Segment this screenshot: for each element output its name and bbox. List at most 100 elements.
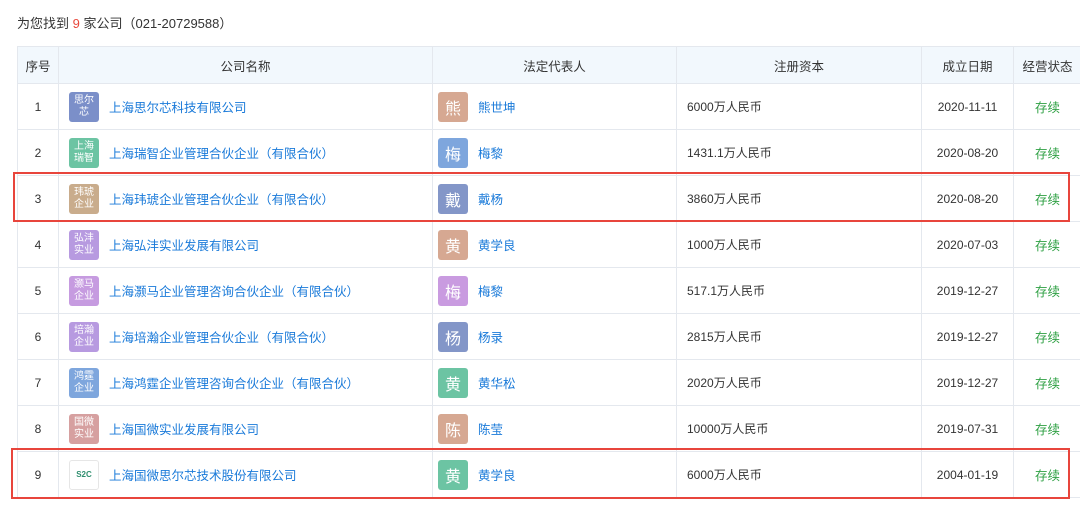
row-index: 7 xyxy=(17,359,59,406)
row-index: 8 xyxy=(17,405,59,452)
representative-avatar[interactable]: 杨 xyxy=(438,321,468,352)
company-cell: 培瀚企业 上海培瀚企业管理合伙企业（有限合伙） xyxy=(58,313,433,360)
header-date: 成立日期 xyxy=(921,46,1014,84)
table-row: 5 灏马企业 上海灏马企业管理咨询合伙企业（有限合伙）梅梅黎 517.1万人民币 201… xyxy=(17,267,1080,314)
table-row: 9 S2C 上海国微思尔芯技术股份有限公司黄黄学良 6000万人民币 2004-01-1… xyxy=(17,451,1080,498)
company-cell: 玮琥企业 上海玮琥企业管理合伙企业（有限合伙） xyxy=(58,175,433,222)
representative-link[interactable]: 梅黎 xyxy=(478,281,503,300)
representative-avatar[interactable]: 黄 xyxy=(438,367,468,398)
table-row: 8 国微实业 上海国微实业发展有限公司陈陈莹 10000万人民币 2019-07-31 存… xyxy=(17,405,1080,452)
company-logo[interactable]: 国微实业 xyxy=(69,413,99,444)
capital-cell: 1000万人民币 xyxy=(676,221,922,268)
company-cell: 弘沣实业 上海弘沣实业发展有限公司 xyxy=(58,221,433,268)
capital-cell: 517.1万人民币 xyxy=(676,267,922,314)
representative-link[interactable]: 黄华松 xyxy=(478,373,516,392)
capital-cell: 2020万人民币 xyxy=(676,359,922,406)
capital-cell: 10000万人民币 xyxy=(676,405,922,452)
company-logo[interactable]: 上海瑞智 xyxy=(69,137,99,168)
result-count: 9 xyxy=(72,16,80,31)
representative-link[interactable]: 黄学良 xyxy=(478,465,516,484)
company-logo[interactable]: 灏马企业 xyxy=(69,275,99,306)
company-name-link[interactable]: 上海瑞智企业管理合伙企业（有限合伙） xyxy=(109,143,334,162)
company-cell: S2C 上海国微思尔芯技术股份有限公司 xyxy=(58,451,433,498)
company-name-link[interactable]: 上海弘沣实业发展有限公司 xyxy=(109,235,259,254)
representative-link[interactable]: 杨录 xyxy=(478,327,503,346)
status-cell: 存续 xyxy=(1013,359,1080,406)
capital-cell: 6000万人民币 xyxy=(676,451,922,498)
company-logo[interactable]: 鸿霆企业 xyxy=(69,367,99,398)
representative-cell: 杨杨录 xyxy=(432,313,677,360)
representative-cell: 戴戴杨 xyxy=(432,175,677,222)
row-index: 5 xyxy=(17,267,59,314)
date-cell: 2019-12-27 xyxy=(921,313,1014,360)
table-row: 3 玮琥企业 上海玮琥企业管理合伙企业（有限合伙）戴戴杨 3860万人民币 2020-0… xyxy=(17,175,1080,222)
company-name-link[interactable]: 上海国微思尔芯技术股份有限公司 xyxy=(109,465,297,484)
company-name-link[interactable]: 上海国微实业发展有限公司 xyxy=(109,419,259,438)
result-summary: 为您找到 9 家公司（021-20729588） xyxy=(17,13,232,32)
company-name-link[interactable]: 上海玮琥企业管理合伙企业（有限合伙） xyxy=(109,189,334,208)
representative-link[interactable]: 梅黎 xyxy=(478,143,503,162)
date-cell: 2019-12-27 xyxy=(921,359,1014,406)
row-index: 4 xyxy=(17,221,59,268)
representative-avatar[interactable]: 熊 xyxy=(438,91,468,122)
company-logo[interactable]: S2C xyxy=(69,459,99,490)
representative-cell: 梅梅黎 xyxy=(432,129,677,176)
company-name-link[interactable]: 上海鸿霆企业管理咨询合伙企业（有限合伙） xyxy=(109,373,359,392)
representative-avatar[interactable]: 戴 xyxy=(438,183,468,214)
status-cell: 存续 xyxy=(1013,175,1080,222)
status-cell: 存续 xyxy=(1013,313,1080,360)
representative-link[interactable]: 陈莹 xyxy=(478,419,503,438)
company-table: 序号 公司名称 法定代表人 注册资本 成立日期 经营状态 1 思尔芯 上海思尔芯科技… xyxy=(17,46,1080,498)
date-cell: 2019-12-27 xyxy=(921,267,1014,314)
table-row: 2 上海瑞智 上海瑞智企业管理合伙企业（有限合伙）梅梅黎 1431.1万人民币 2020… xyxy=(17,129,1080,176)
row-index: 2 xyxy=(17,129,59,176)
company-logo[interactable]: 思尔芯 xyxy=(69,91,99,122)
capital-cell: 6000万人民币 xyxy=(676,83,922,130)
status-cell: 存续 xyxy=(1013,129,1080,176)
date-cell: 2019-07-31 xyxy=(921,405,1014,452)
representative-cell: 陈陈莹 xyxy=(432,405,677,452)
representative-avatar[interactable]: 梅 xyxy=(438,275,468,306)
table-row: 6 培瀚企业 上海培瀚企业管理合伙企业（有限合伙）杨杨录 2815万人民币 2019-1… xyxy=(17,313,1080,360)
table-row: 4 弘沣实业 上海弘沣实业发展有限公司黄黄学良 1000万人民币 2020-07-03 存… xyxy=(17,221,1080,268)
row-index: 1 xyxy=(17,83,59,130)
representative-avatar[interactable]: 黄 xyxy=(438,229,468,260)
company-cell: 上海瑞智 上海瑞智企业管理合伙企业（有限合伙） xyxy=(58,129,433,176)
capital-cell: 3860万人民币 xyxy=(676,175,922,222)
company-name-link[interactable]: 上海培瀚企业管理合伙企业（有限合伙） xyxy=(109,327,334,346)
date-cell: 2020-08-20 xyxy=(921,129,1014,176)
representative-cell: 熊熊世坤 xyxy=(432,83,677,130)
date-cell: 2020-07-03 xyxy=(921,221,1014,268)
status-cell: 存续 xyxy=(1013,267,1080,314)
company-logo[interactable]: 玮琥企业 xyxy=(69,183,99,214)
representative-avatar[interactable]: 黄 xyxy=(438,459,468,490)
row-index: 6 xyxy=(17,313,59,360)
representative-avatar[interactable]: 梅 xyxy=(438,137,468,168)
header-company: 公司名称 xyxy=(58,46,433,84)
representative-cell: 黄黄学良 xyxy=(432,221,677,268)
header-representative: 法定代表人 xyxy=(432,46,677,84)
company-cell: 思尔芯 上海思尔芯科技有限公司 xyxy=(58,83,433,130)
table-row: 1 思尔芯 上海思尔芯科技有限公司熊熊世坤 6000万人民币 2020-11-11 存续 xyxy=(17,83,1080,130)
representative-avatar[interactable]: 陈 xyxy=(438,413,468,444)
status-cell: 存续 xyxy=(1013,451,1080,498)
company-cell: 灏马企业 上海灏马企业管理咨询合伙企业（有限合伙） xyxy=(58,267,433,314)
company-logo[interactable]: 培瀚企业 xyxy=(69,321,99,352)
representative-link[interactable]: 熊世坤 xyxy=(478,97,516,116)
company-name-link[interactable]: 上海思尔芯科技有限公司 xyxy=(109,97,247,116)
row-index: 9 xyxy=(17,451,59,498)
representative-link[interactable]: 黄学良 xyxy=(478,235,516,254)
company-name-link[interactable]: 上海灏马企业管理咨询合伙企业（有限合伙） xyxy=(109,281,359,300)
date-cell: 2004-01-19 xyxy=(921,451,1014,498)
date-cell: 2020-11-11 xyxy=(921,83,1014,130)
row-index: 3 xyxy=(17,175,59,222)
representative-link[interactable]: 戴杨 xyxy=(478,189,503,208)
header-status: 经营状态 xyxy=(1013,46,1080,84)
company-logo[interactable]: 弘沣实业 xyxy=(69,229,99,260)
representative-cell: 黄黄学良 xyxy=(432,451,677,498)
capital-cell: 1431.1万人民币 xyxy=(676,129,922,176)
company-cell: 鸿霆企业 上海鸿霆企业管理咨询合伙企业（有限合伙） xyxy=(58,359,433,406)
summary-suffix: 家公司（021-20729588） xyxy=(83,16,233,31)
date-cell: 2020-08-20 xyxy=(921,175,1014,222)
table-header-row: 序号 公司名称 法定代表人 注册资本 成立日期 经营状态 xyxy=(17,46,1080,84)
